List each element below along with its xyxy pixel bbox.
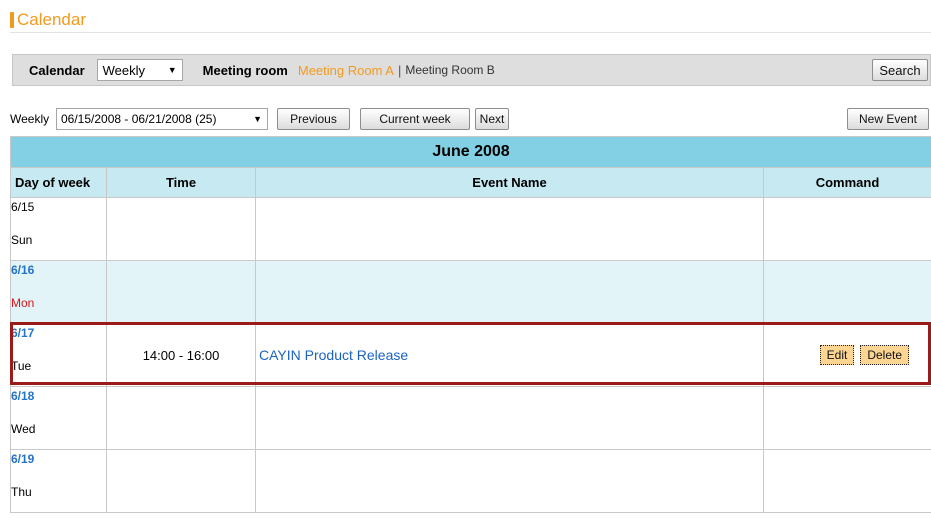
day-cell: 6/19 Thu [10,449,107,513]
calendar-label: Calendar [29,62,85,78]
command-cell [762,449,931,513]
column-header-time: Time [106,167,256,198]
edit-button[interactable]: Edit [819,345,855,365]
day-date-link[interactable]: 6/19 [11,452,106,466]
event-cell [255,386,764,450]
view-select-value: Weekly [102,62,146,78]
previous-button[interactable]: Previous [277,108,350,130]
current-week-button[interactable]: Current week [360,108,470,130]
room-separator: | [397,62,402,78]
room-link-b[interactable]: Meeting Room B [405,63,494,77]
week-toolbar: Weekly 06/15/2008 - 06/21/2008 (25) ▼ Pr… [10,108,931,132]
filter-bar: Calendar Weekly ▼ Meeting room Meeting R… [12,54,931,86]
page-header: Calendar [10,9,86,31]
month-header-row: June 2008 [9,136,931,168]
table-row: 6/16 Mon [10,260,931,324]
month-title: June 2008 [9,136,931,168]
event-cell [255,260,764,324]
meeting-room-label: Meeting room [202,62,288,78]
day-name: Sun [11,233,33,247]
week-range-value: 06/15/2008 - 06/21/2008 (25) [61,112,217,126]
title-divider [10,32,931,33]
column-header-event: Event Name [255,167,764,198]
day-cell: 6/18 Wed [10,386,107,450]
day-cell: 6/17 Tue [10,323,107,387]
day-cell: 6/15 Sun [10,197,107,261]
weekly-label: Weekly [10,112,50,126]
event-link[interactable]: CAYIN Product Release [259,347,408,363]
command-cell [762,197,931,261]
day-name: Tue [11,359,32,373]
day-cell: 6/16 Mon [10,260,107,324]
dropdown-arrow-icon: ▼ [253,114,262,124]
day-date-link[interactable]: 6/16 [11,263,106,277]
event-time: 14:00 - 16:00 [106,323,256,387]
day-date: 6/15 [11,200,35,214]
event-cell: CAYIN Product Release [255,323,764,387]
day-name: Mon [11,296,35,310]
room-link-a[interactable]: Meeting Room A [298,63,394,78]
view-select[interactable]: Weekly ▼ [96,59,183,81]
new-event-button[interactable]: New Event [847,108,929,130]
column-header-row: Day of week Time Event Name Command [10,167,931,198]
table-row: 6/17 Tue 14:00 - 16:00 CAYIN Product Rel… [10,323,931,387]
title-marker-icon [10,12,14,28]
day-name: Thu [11,485,32,499]
search-button[interactable]: Search [872,59,928,81]
day-date-link[interactable]: 6/18 [11,389,106,403]
dropdown-arrow-icon: ▼ [167,65,177,75]
next-button[interactable]: Next [475,108,509,130]
calendar-table: June 2008 Day of week Time Event Name Co… [9,136,931,513]
page-title: Calendar [17,10,86,29]
command-cell [762,260,931,324]
delete-button[interactable]: Delete [860,345,910,365]
command-cell [762,386,931,450]
time-cell [106,197,256,261]
event-cell [255,197,764,261]
time-cell [106,260,256,324]
event-cell [255,449,764,513]
time-cell [106,386,256,450]
command-cell: Edit Delete [762,323,931,387]
table-row: 6/19 Thu [10,449,931,513]
table-row: 6/18 Wed [10,386,931,450]
column-header-day: Day of week [10,167,107,198]
week-range-select[interactable]: 06/15/2008 - 06/21/2008 (25) ▼ [56,108,268,130]
column-header-command: Command [762,167,931,198]
table-row: 6/15 Sun [10,197,931,261]
day-date-link[interactable]: 6/17 [11,326,106,340]
time-cell [106,449,256,513]
day-name: Wed [11,422,36,436]
